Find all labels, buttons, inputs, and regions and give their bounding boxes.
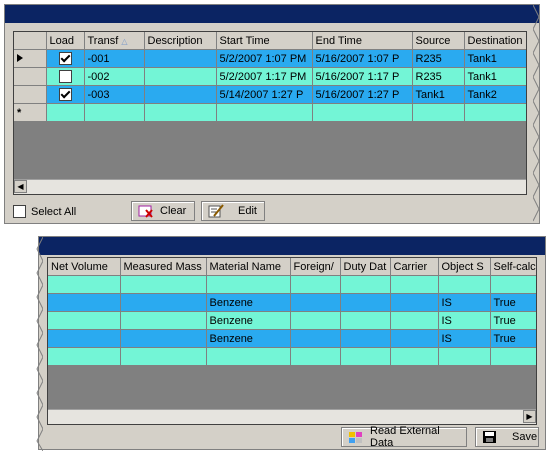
col-start-time[interactable]: Start Time <box>216 32 313 50</box>
col-duty-date[interactable]: Duty Dat <box>340 258 391 276</box>
col-end-time[interactable]: End Time <box>312 32 413 50</box>
cell-source[interactable]: Tank1 <box>412 85 465 104</box>
cell-description[interactable] <box>144 67 217 86</box>
table-row[interactable]: -001 5/2/2007 1:07 PM 5/16/2007 1:07 P R… <box>14 49 526 68</box>
read-data-icon <box>348 430 364 444</box>
col-material-name[interactable]: Material Name <box>206 258 291 276</box>
cell-transf[interactable]: -002 <box>84 67 145 86</box>
transfers-panel: Load Transf △ Description Start Time End… <box>4 4 540 224</box>
cell-source[interactable]: R235 <box>412 49 465 68</box>
table-row[interactable] <box>48 275 536 294</box>
col-description[interactable]: Description <box>144 32 217 50</box>
select-all-label: Select All <box>31 205 77 218</box>
col-foreign[interactable]: Foreign/ <box>290 258 341 276</box>
scroll-left-icon[interactable]: ◀ <box>14 180 27 193</box>
transfers-grid: Load Transf △ Description Start Time End… <box>13 31 527 195</box>
cell-description[interactable] <box>144 49 217 68</box>
torn-edge <box>533 5 540 222</box>
cell-duty-date[interactable] <box>340 311 391 330</box>
cell-self-calc[interactable]: True <box>490 329 536 348</box>
load-checkbox[interactable] <box>58 69 72 83</box>
table-row[interactable]: -002 5/2/2007 1:17 PM 5/16/2007 1:17 P R… <box>14 67 526 86</box>
row-header[interactable] <box>14 85 47 104</box>
cell-end-time[interactable]: 5/16/2007 1:27 P <box>312 85 413 104</box>
cell-transf[interactable]: -001 <box>84 49 145 68</box>
read-external-data-button[interactable]: Read External Data <box>341 425 467 449</box>
col-net-volume[interactable]: Net Volume <box>48 258 121 276</box>
cell-destination[interactable]: Tank1 <box>464 49 526 68</box>
load-checkbox[interactable] <box>58 87 72 101</box>
clear-icon <box>138 204 154 218</box>
col-object-status[interactable]: Object S <box>438 258 491 276</box>
cell-measured-mass[interactable] <box>120 293 207 312</box>
materials-grid: Net Volume Measured Mass Material Name F… <box>47 257 537 425</box>
load-checkbox[interactable] <box>58 51 72 65</box>
select-all-checkbox[interactable] <box>13 205 26 218</box>
table-row[interactable]: Benzene IS True <box>48 293 536 312</box>
col-transf[interactable]: Transf △ <box>84 32 145 50</box>
col-self-calc[interactable]: Self-calc <box>490 258 536 276</box>
cell-start-time[interactable]: 5/2/2007 1:07 PM <box>216 49 313 68</box>
transfers-title-bar <box>5 5 539 23</box>
cell-object-status[interactable]: IS <box>438 329 491 348</box>
cell-carrier[interactable] <box>390 293 439 312</box>
col-source[interactable]: Source <box>412 32 465 50</box>
edit-button[interactable]: Edit <box>201 201 265 221</box>
clear-button[interactable]: Clear <box>131 201 195 221</box>
cell-self-calc[interactable]: True <box>490 293 536 312</box>
cell-measured-mass[interactable] <box>120 329 207 348</box>
new-row[interactable]: * <box>14 103 526 122</box>
table-row[interactable]: Benzene IS True <box>48 311 536 330</box>
cell-material-name[interactable]: Benzene <box>206 311 291 330</box>
cell-object-status[interactable]: IS <box>438 293 491 312</box>
cell-end-time[interactable]: 5/16/2007 1:17 P <box>312 67 413 86</box>
cell-net-volume[interactable] <box>48 293 121 312</box>
cell-transf[interactable]: -003 <box>84 85 145 104</box>
cell-source[interactable]: R235 <box>412 67 465 86</box>
cell-foreign[interactable] <box>290 293 341 312</box>
col-measured-mass[interactable]: Measured Mass <box>120 258 207 276</box>
cell-end-time[interactable]: 5/16/2007 1:07 P <box>312 49 413 68</box>
cell-description[interactable] <box>144 85 217 104</box>
save-button[interactable]: Save <box>475 427 539 447</box>
edit-pencil-icon <box>208 204 224 218</box>
cell-object-status[interactable]: IS <box>438 311 491 330</box>
cell-duty-date[interactable] <box>340 293 391 312</box>
materials-horizontal-scrollbar[interactable]: ▶ <box>48 409 536 424</box>
col-load[interactable]: Load <box>46 32 85 50</box>
row-header-corner <box>14 32 47 50</box>
cell-net-volume[interactable] <box>48 311 121 330</box>
cell-start-time[interactable]: 5/14/2007 1:27 P <box>216 85 313 104</box>
cell-destination[interactable]: Tank1 <box>464 67 526 86</box>
floppy-disk-icon <box>482 430 498 444</box>
table-row[interactable]: -003 5/14/2007 1:27 P 5/16/2007 1:27 P T… <box>14 85 526 104</box>
cell-foreign[interactable] <box>290 329 341 348</box>
cell-net-volume[interactable] <box>48 329 121 348</box>
torn-edge <box>36 237 43 451</box>
cell-start-time[interactable]: 5/2/2007 1:17 PM <box>216 67 313 86</box>
table-row[interactable] <box>48 347 536 366</box>
cell-measured-mass[interactable] <box>120 311 207 330</box>
row-header[interactable] <box>14 67 47 86</box>
current-row-indicator <box>14 49 47 68</box>
cell-self-calc[interactable]: True <box>490 311 536 330</box>
cell-foreign[interactable] <box>290 311 341 330</box>
select-all-control[interactable]: Select All <box>13 205 76 218</box>
sort-ascending-icon: △ <box>121 36 128 46</box>
transfers-horizontal-scrollbar[interactable]: ◀ <box>14 179 526 194</box>
cell-destination[interactable]: Tank2 <box>464 85 526 104</box>
scroll-right-icon[interactable]: ▶ <box>523 410 536 423</box>
materials-panel: Net Volume Measured Mass Material Name F… <box>36 236 546 451</box>
cell-duty-date[interactable] <box>340 329 391 348</box>
new-row-marker: * <box>14 103 47 122</box>
col-destination[interactable]: Destination <box>464 32 526 50</box>
materials-title-bar <box>39 237 545 255</box>
table-row[interactable]: Benzene IS True <box>48 329 536 348</box>
cell-material-name[interactable]: Benzene <box>206 293 291 312</box>
cell-carrier[interactable] <box>390 329 439 348</box>
cell-material-name[interactable]: Benzene <box>206 329 291 348</box>
cell-carrier[interactable] <box>390 311 439 330</box>
col-carrier[interactable]: Carrier <box>390 258 439 276</box>
